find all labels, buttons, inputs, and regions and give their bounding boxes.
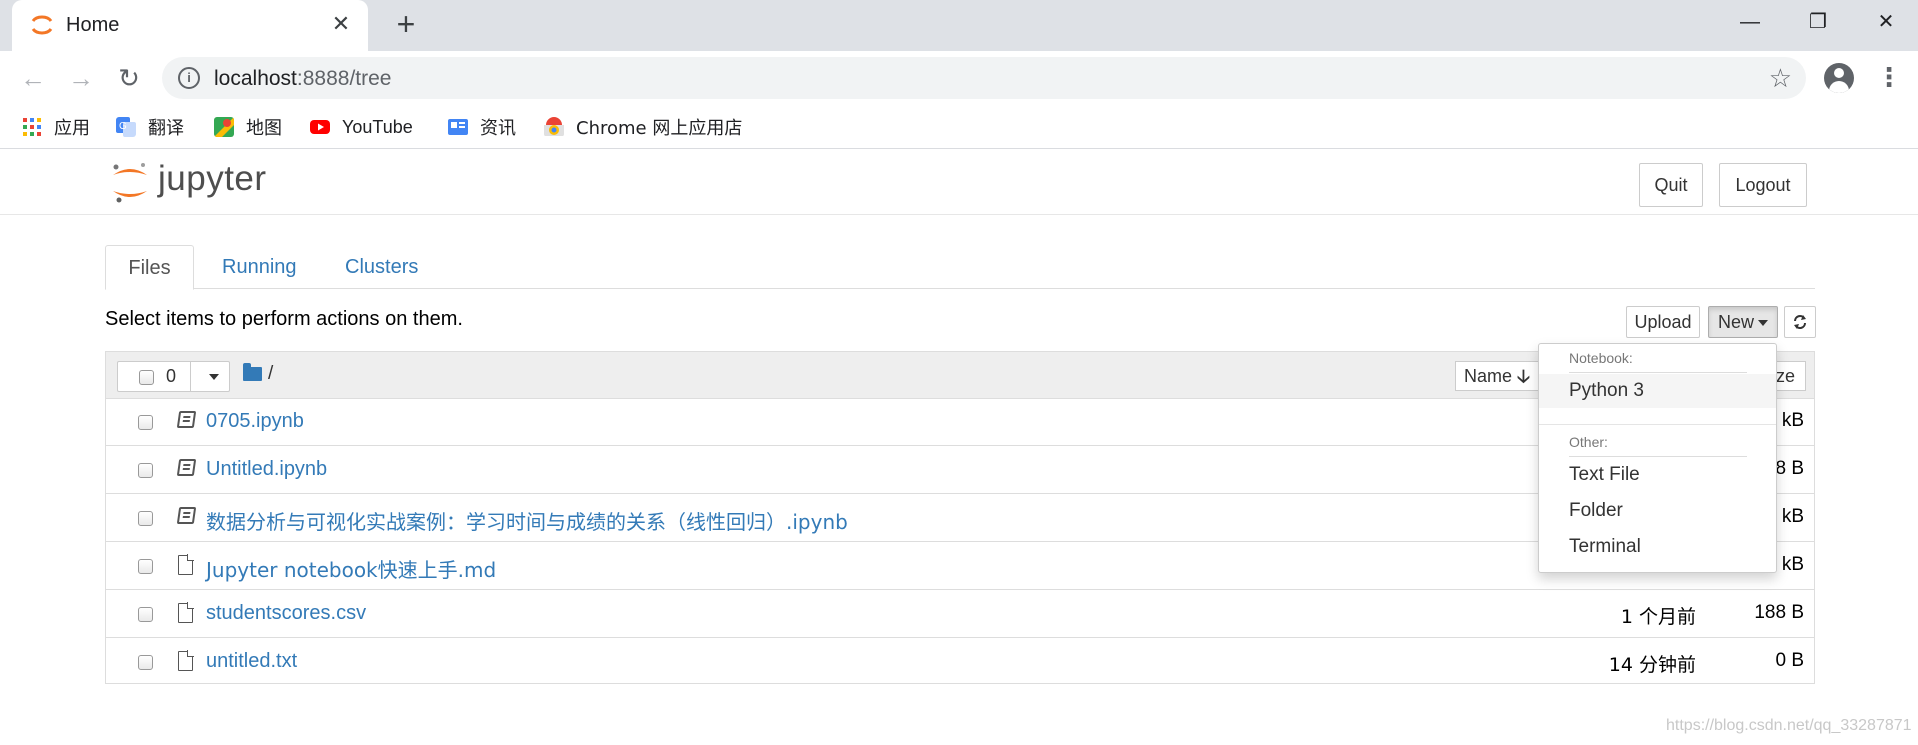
file-link[interactable]: 0705.ipynb [206,410,304,433]
row-checkbox[interactable] [138,511,153,526]
new-dropdown-menu: Notebook: Python 3 Other: Text File Fold… [1538,343,1777,573]
notebook-icon [176,411,197,428]
file-modified: 1 个月前 [1620,606,1696,628]
jupyter-favicon-icon [31,15,53,35]
dashboard-tabs: Files Running Clusters [105,245,1815,290]
back-button[interactable]: ← [16,62,50,96]
tab-title: Home [66,14,120,36]
row-checkbox[interactable] [138,463,153,478]
file-icon [178,650,194,671]
svg-text:G: G [119,121,127,132]
menu-item-terminal[interactable]: Terminal [1539,530,1776,564]
row-checkbox[interactable] [138,607,153,622]
selected-count: 0 [166,366,177,386]
menu-item-python3[interactable]: Python 3 [1539,374,1776,408]
bookmark-maps[interactable]: 地图 [214,114,282,140]
window-minimize-button[interactable]: — [1722,6,1778,38]
select-all-control[interactable]: 0 [117,361,230,392]
new-tab-button[interactable]: + [390,8,422,41]
row-checkbox[interactable] [138,655,153,670]
file-link[interactable]: 数据分析与可视化实战案例：学习时间与成绩的关系（线性回归）.ipynb [206,506,848,535]
profile-avatar-icon[interactable] [1824,63,1854,93]
browser-tab-strip: Home ✕ + — ❐ ✕ [0,0,1918,51]
browser-toolbar: ← → ↻ i localhost:8888/tree ☆ ⋮ [0,51,1918,105]
tab-files[interactable]: Files [105,245,194,290]
jupyter-wordmark[interactable]: jupyter [158,159,267,199]
file-icon [178,602,194,623]
file-link[interactable]: Jupyter notebook快速上手.md [206,554,496,583]
file-size: kB [1781,410,1804,431]
browser-tab-home[interactable]: Home ✕ [12,0,368,51]
news-icon [448,119,468,135]
window-restore-button[interactable]: ❐ [1790,6,1846,38]
breadcrumb[interactable]: / [243,363,273,385]
file-size: kB [1781,554,1804,575]
jupyter-logo-icon[interactable] [110,161,150,205]
file-row[interactable]: untitled.txt 14 分钟前 0 B [106,639,1814,686]
file-link[interactable]: untitled.txt [206,650,297,673]
dropdown-header-other: Other: [1569,434,1608,450]
window-close-button[interactable]: ✕ [1858,6,1914,38]
upload-button[interactable]: Upload [1626,306,1700,338]
refresh-icon [1794,315,1806,329]
forward-button[interactable]: → [64,62,98,96]
file-icon [178,554,194,575]
watermark: https://blog.csdn.net/qq_33287871 [1666,717,1912,734]
site-info-icon[interactable]: i [178,67,200,89]
row-checkbox[interactable] [138,415,153,430]
bookmark-webstore[interactable]: Chrome 网上应用店 [544,114,742,140]
row-checkbox[interactable] [138,559,153,574]
selection-hint: Select items to perform actions on them. [105,308,463,330]
maps-icon [214,117,234,137]
file-size: 188 B [1754,602,1804,623]
file-size: kB [1781,506,1804,527]
dropdown-header-notebook: Notebook: [1569,350,1633,366]
youtube-icon [310,120,330,134]
url-text[interactable]: localhost:8888/tree [214,67,391,91]
tab-close-icon[interactable]: ✕ [328,11,354,37]
notebook-icon [176,507,197,524]
menu-item-text-file[interactable]: Text File [1539,458,1776,492]
bookmark-news[interactable]: 资讯 [448,114,516,140]
address-bar[interactable]: i localhost:8888/tree ☆ [162,57,1806,99]
bookmark-translate[interactable]: G 翻译 [116,114,184,140]
select-all-checkbox[interactable] [139,370,154,385]
webstore-icon [544,117,564,136]
file-row[interactable]: studentscores.csv 1 个月前 188 B [106,591,1814,638]
file-link[interactable]: studentscores.csv [206,602,366,625]
file-size: 0 B [1775,650,1804,671]
folder-icon [243,363,262,381]
browser-menu-icon[interactable]: ⋮ [1876,62,1902,94]
caret-down-icon [1758,320,1768,327]
logout-button[interactable]: Logout [1719,163,1807,207]
bookmark-apps[interactable]: 应用 [22,114,90,140]
jupyter-header: jupyter Quit Logout [0,149,1918,215]
bookmark-youtube[interactable]: YouTube [310,114,413,140]
arrow-down-icon: 🡣 [1517,366,1530,386]
notebook-icon [176,459,197,476]
quit-button[interactable]: Quit [1639,163,1703,207]
bookmarks-bar: 应用 G 翻译 地图 YouTube 资讯 Chrome 网上应用店 [0,105,1918,149]
apps-grid-icon [23,118,41,136]
refresh-button[interactable] [1784,306,1816,338]
select-dropdown-icon[interactable] [209,374,219,380]
tab-running[interactable]: Running [222,245,297,290]
reload-button[interactable]: ↻ [112,62,146,96]
menu-item-folder[interactable]: Folder [1539,494,1776,528]
bookmark-star-icon[interactable]: ☆ [1769,63,1792,94]
file-size: 8 B [1775,458,1804,479]
file-modified: 14 分钟前 [1608,654,1696,676]
translate-icon: G [116,117,136,137]
file-link[interactable]: Untitled.ipynb [206,458,327,481]
tab-clusters[interactable]: Clusters [345,245,418,290]
new-button[interactable]: New [1708,306,1778,338]
